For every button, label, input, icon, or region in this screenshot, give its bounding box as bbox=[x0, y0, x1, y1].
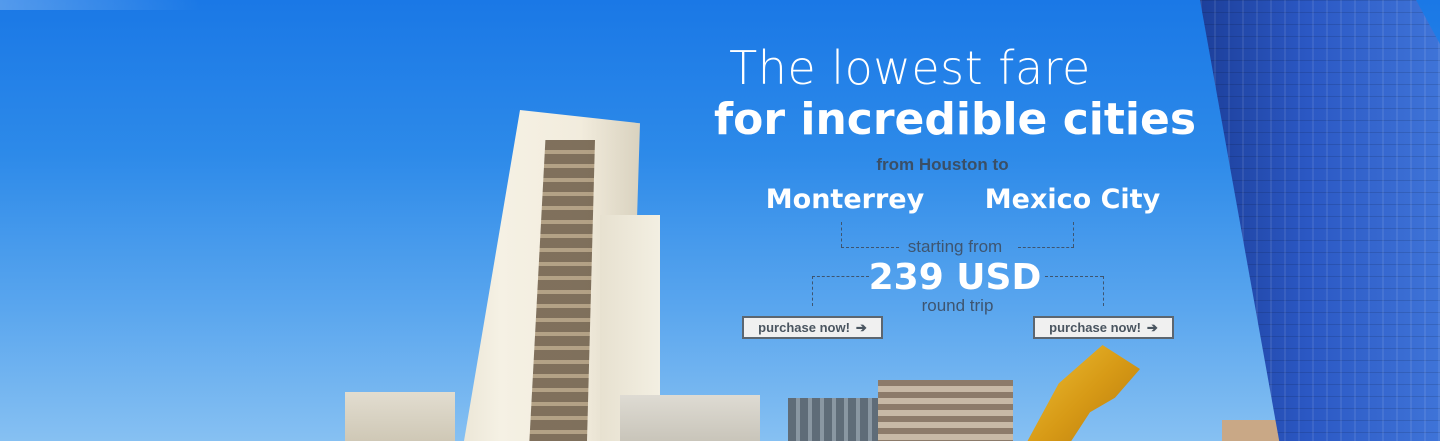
headline-light: The lowest fare bbox=[729, 41, 1091, 95]
arrow-right-icon: ➔ bbox=[1146, 320, 1158, 335]
destination-monterrey: Monterrey bbox=[765, 184, 925, 215]
destination-mexico-city: Mexico City bbox=[984, 184, 1161, 215]
connector-line bbox=[1045, 276, 1103, 277]
purchase-button-label: purchase now! bbox=[1049, 320, 1141, 335]
purchase-button-label: purchase now! bbox=[758, 320, 850, 335]
purchase-mexico-city-button[interactable]: purchase now! ➔ bbox=[1033, 316, 1174, 339]
connector-line bbox=[841, 222, 842, 247]
connector-line bbox=[812, 276, 813, 306]
connector-line bbox=[1073, 222, 1074, 247]
purchase-monterrey-button[interactable]: purchase now! ➔ bbox=[742, 316, 883, 339]
connector-line bbox=[1018, 247, 1074, 248]
promo-banner: The lowest fare for incredible cities fr… bbox=[0, 0, 1440, 441]
trip-type-label: round trip bbox=[921, 296, 994, 315]
connector-line bbox=[1103, 276, 1104, 306]
headline-bold: for incredible cities bbox=[713, 94, 1197, 145]
connector-line bbox=[812, 276, 869, 277]
origin-text: from Houston to bbox=[876, 155, 1009, 174]
arrow-right-icon: ➔ bbox=[855, 320, 867, 335]
banner-copy: The lowest fare for incredible cities fr… bbox=[0, 0, 1440, 441]
